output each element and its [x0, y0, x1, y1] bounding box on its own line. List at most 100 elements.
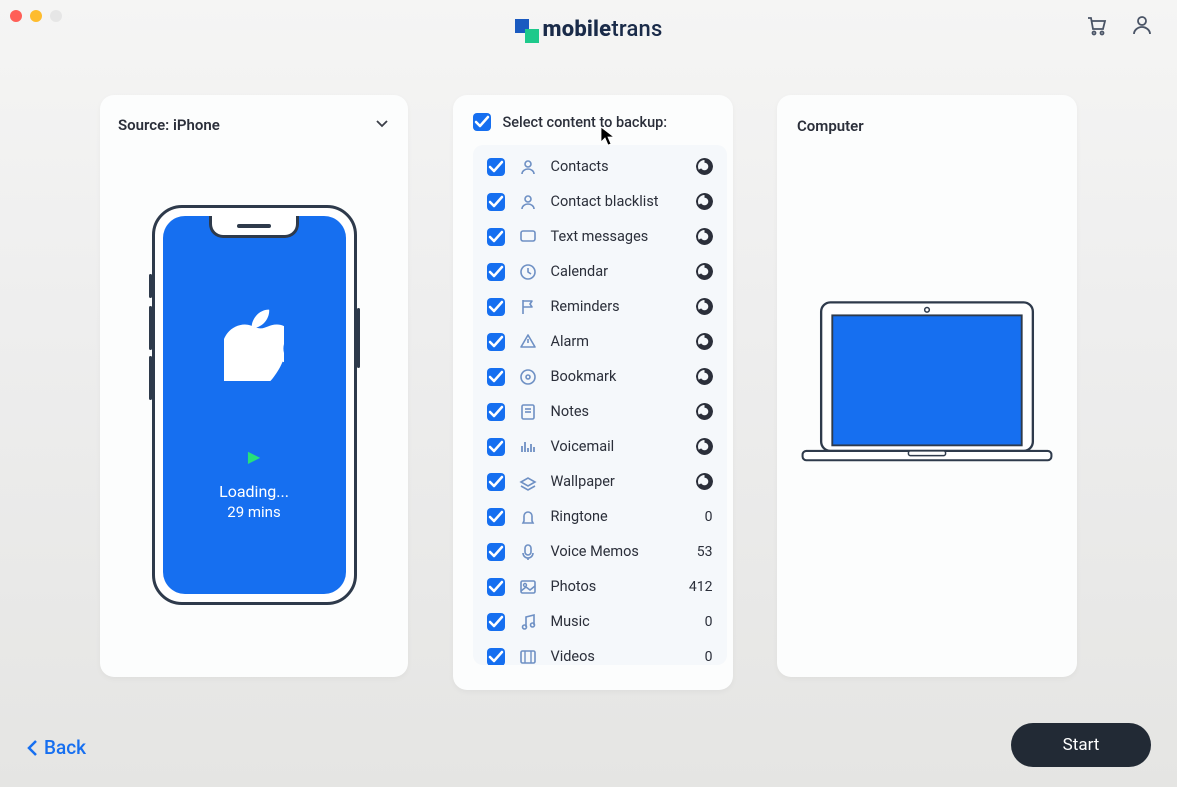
loading-spinner-icon	[696, 333, 713, 350]
content-label: Notes	[551, 403, 682, 420]
bell-icon	[519, 508, 537, 526]
flag-icon	[519, 298, 537, 316]
person-icon	[519, 158, 537, 176]
select-title: Select content to backup:	[503, 114, 668, 131]
content-list[interactable]: Contacts Contact blacklist Text messages Ca…	[473, 145, 727, 665]
wallpaper-icon	[519, 473, 537, 491]
source-title: Source: iPhone	[118, 116, 220, 134]
content-checkbox[interactable]	[487, 648, 505, 666]
loading-spinner-icon	[696, 473, 713, 490]
content-row-music[interactable]: Music 0	[477, 604, 717, 639]
content-row-person[interactable]: Contacts	[477, 149, 717, 184]
brand-text-b: trans	[611, 17, 662, 42]
content-row-photo[interactable]: Photos 412	[477, 569, 717, 604]
content-count: 0	[683, 649, 713, 665]
back-label: Back	[44, 736, 86, 759]
content-checkbox[interactable]	[487, 403, 505, 421]
content-row-flag[interactable]: Reminders	[477, 289, 717, 324]
play-indicator-icon: ▶	[248, 447, 260, 466]
loading-spinner-icon	[696, 263, 713, 280]
content-row-calendar[interactable]: Calendar	[477, 254, 717, 289]
content-checkbox[interactable]	[487, 158, 505, 176]
content-checkbox[interactable]	[487, 438, 505, 456]
brand-logo: mobiletrans	[515, 17, 663, 42]
content-count: 412	[683, 579, 713, 595]
content-label: Videos	[551, 648, 669, 665]
content-checkbox[interactable]	[487, 333, 505, 351]
loading-spinner-icon	[696, 228, 713, 245]
content-checkbox[interactable]	[487, 543, 505, 561]
content-row-chat[interactable]: Text messages	[477, 219, 717, 254]
content-label: Photos	[551, 578, 669, 595]
loading-spinner-icon	[696, 193, 713, 210]
content-label: Text messages	[551, 228, 682, 245]
laptop-illustration	[797, 290, 1057, 480]
content-checkbox[interactable]	[487, 298, 505, 316]
loading-spinner-icon	[696, 158, 713, 175]
content-label: Music	[551, 613, 669, 630]
content-label: Voice Memos	[551, 543, 669, 560]
content-checkbox[interactable]	[487, 473, 505, 491]
content-count: 53	[683, 544, 713, 560]
content-count: 0	[683, 509, 713, 525]
destination-title: Computer	[797, 117, 864, 135]
content-label: Wallpaper	[551, 473, 682, 490]
photo-icon	[519, 578, 537, 596]
content-row-voicemail[interactable]: Voicemail	[477, 429, 717, 464]
alarm-icon	[519, 333, 537, 351]
content-row-person[interactable]: Contact blacklist	[477, 184, 717, 219]
header: mobiletrans	[0, 0, 1177, 58]
note-icon	[519, 403, 537, 421]
content-row-bookmark[interactable]: Bookmark	[477, 359, 717, 394]
chevron-left-icon	[26, 738, 40, 758]
calendar-icon	[519, 263, 537, 281]
content-row-wallpaper[interactable]: Wallpaper	[477, 464, 717, 499]
music-icon	[519, 613, 537, 631]
video-icon	[519, 648, 537, 666]
account-icon[interactable]	[1129, 12, 1155, 38]
back-button[interactable]: Back	[26, 736, 86, 759]
source-dropdown-chevron-icon[interactable]	[374, 115, 390, 135]
logo-mark-icon	[515, 19, 535, 39]
apple-logo-icon	[224, 309, 284, 381]
content-row-alarm[interactable]: Alarm	[477, 324, 717, 359]
content-label: Calendar	[551, 263, 682, 280]
start-label: Start	[1063, 735, 1100, 755]
content-label: Contacts	[551, 158, 682, 175]
phone-illustration: ▶ Loading... 29 mins	[152, 205, 357, 605]
content-label: Alarm	[551, 333, 682, 350]
content-row-mic[interactable]: Voice Memos 53	[477, 534, 717, 569]
voicemail-icon	[519, 438, 537, 456]
eta-text: 29 mins	[227, 503, 280, 521]
content-row-video[interactable]: Videos 0	[477, 639, 717, 665]
chat-icon	[519, 228, 537, 246]
content-checkbox[interactable]	[487, 263, 505, 281]
mic-icon	[519, 543, 537, 561]
source-panel: Source: iPhone ▶ Loading... 29 mins	[100, 95, 408, 677]
content-checkbox[interactable]	[487, 368, 505, 386]
content-checkbox[interactable]	[487, 508, 505, 526]
content-checkbox[interactable]	[487, 578, 505, 596]
select-all-checkbox[interactable]	[473, 113, 491, 131]
content-label: Bookmark	[551, 368, 682, 385]
loading-spinner-icon	[696, 298, 713, 315]
start-button[interactable]: Start	[1011, 723, 1151, 767]
content-count: 0	[683, 614, 713, 630]
cart-icon[interactable]	[1083, 12, 1109, 38]
loading-text: Loading...	[219, 482, 289, 501]
content-checkbox[interactable]	[487, 193, 505, 211]
person-icon	[519, 193, 537, 211]
content-label: Reminders	[551, 298, 682, 315]
content-checkbox[interactable]	[487, 228, 505, 246]
content-row-note[interactable]: Notes	[477, 394, 717, 429]
content-label: Contact blacklist	[551, 193, 682, 210]
loading-spinner-icon	[696, 368, 713, 385]
brand-text-a: mobile	[543, 17, 612, 42]
content-label: Voicemail	[551, 438, 682, 455]
content-label: Ringtone	[551, 508, 669, 525]
loading-spinner-icon	[696, 403, 713, 420]
loading-spinner-icon	[696, 438, 713, 455]
content-row-bell[interactable]: Ringtone 0	[477, 499, 717, 534]
bookmark-icon	[519, 368, 537, 386]
content-checkbox[interactable]	[487, 613, 505, 631]
